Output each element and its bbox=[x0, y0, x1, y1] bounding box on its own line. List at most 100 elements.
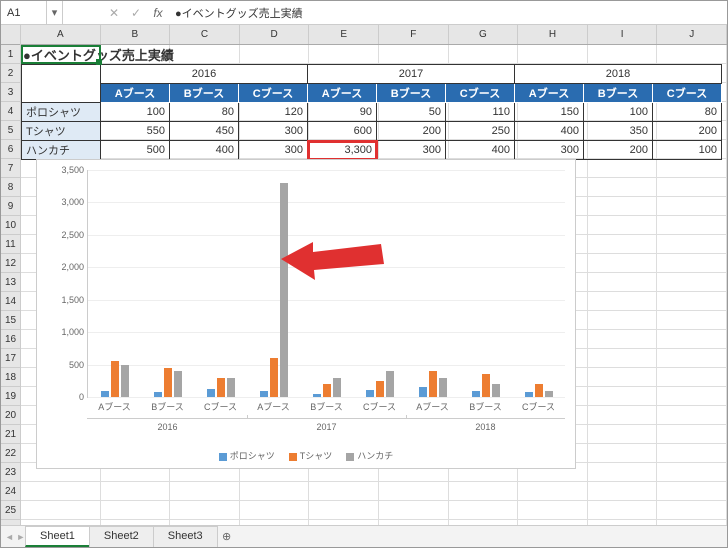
data-cell[interactable]: 3,300 bbox=[308, 141, 377, 160]
row-header[interactable]: 12 bbox=[1, 254, 20, 273]
cell[interactable] bbox=[657, 235, 727, 254]
cell[interactable] bbox=[657, 216, 727, 235]
cell[interactable] bbox=[21, 501, 101, 520]
column-header[interactable]: J bbox=[657, 25, 727, 44]
cell[interactable] bbox=[657, 178, 727, 197]
cell[interactable] bbox=[240, 501, 310, 520]
sheet-tab[interactable]: Sheet1 bbox=[25, 526, 90, 547]
data-cell[interactable]: 100 bbox=[584, 103, 653, 122]
bar[interactable] bbox=[525, 392, 533, 397]
row-header[interactable]: 16 bbox=[1, 330, 20, 349]
cell[interactable] bbox=[657, 159, 727, 178]
bar[interactable] bbox=[366, 390, 374, 397]
column-header[interactable]: I bbox=[588, 25, 658, 44]
column-header[interactable]: H bbox=[518, 25, 588, 44]
cell[interactable] bbox=[309, 501, 379, 520]
cell[interactable] bbox=[588, 197, 658, 216]
row-header[interactable]: 3 bbox=[1, 83, 20, 102]
column-header[interactable]: B bbox=[101, 25, 171, 44]
row-header[interactable]: 20 bbox=[1, 406, 20, 425]
cell[interactable] bbox=[21, 482, 101, 501]
data-cell[interactable]: 400 bbox=[515, 122, 584, 141]
data-cell[interactable]: 200 bbox=[584, 141, 653, 160]
bar[interactable] bbox=[270, 358, 278, 397]
data-cell[interactable]: 100 bbox=[653, 141, 722, 160]
row-header[interactable]: 19 bbox=[1, 387, 20, 406]
data-cell[interactable]: 100 bbox=[101, 103, 170, 122]
data-cell[interactable]: 300 bbox=[515, 141, 584, 160]
cell[interactable] bbox=[588, 254, 658, 273]
cell[interactable] bbox=[588, 159, 658, 178]
cell[interactable] bbox=[657, 292, 727, 311]
data-cell[interactable]: 600 bbox=[308, 122, 377, 141]
data-cell[interactable]: 350 bbox=[584, 122, 653, 141]
cell[interactable] bbox=[518, 501, 588, 520]
cell[interactable] bbox=[170, 482, 240, 501]
cell[interactable] bbox=[449, 501, 519, 520]
row-header[interactable]: 1 bbox=[1, 45, 20, 64]
data-cell[interactable]: 400 bbox=[170, 141, 239, 160]
cell[interactable] bbox=[657, 425, 727, 444]
cell[interactable] bbox=[657, 254, 727, 273]
row-header[interactable]: 2 bbox=[1, 64, 20, 83]
row-header[interactable]: 18 bbox=[1, 368, 20, 387]
cell[interactable] bbox=[588, 406, 658, 425]
cell[interactable] bbox=[588, 45, 658, 64]
row-header[interactable]: 6 bbox=[1, 140, 20, 159]
cell[interactable] bbox=[588, 482, 658, 501]
cell[interactable] bbox=[588, 273, 658, 292]
column-header[interactable]: G bbox=[449, 25, 519, 44]
bar[interactable] bbox=[101, 391, 109, 397]
name-box-dropdown-icon[interactable]: ▾ bbox=[47, 1, 63, 24]
row-header[interactable]: 9 bbox=[1, 197, 20, 216]
bar[interactable] bbox=[313, 394, 321, 397]
cell[interactable] bbox=[518, 482, 588, 501]
row-header[interactable]: 24 bbox=[1, 482, 20, 501]
data-cell[interactable]: 300 bbox=[239, 122, 308, 141]
row-header[interactable]: 8 bbox=[1, 178, 20, 197]
bar[interactable] bbox=[472, 391, 480, 397]
cell[interactable] bbox=[588, 235, 658, 254]
bar[interactable] bbox=[439, 378, 447, 397]
cell[interactable] bbox=[588, 387, 658, 406]
bar[interactable] bbox=[227, 378, 235, 397]
bar[interactable] bbox=[174, 371, 182, 397]
name-box[interactable]: A1 bbox=[1, 1, 47, 24]
row-header[interactable]: 10 bbox=[1, 216, 20, 235]
cell[interactable] bbox=[657, 368, 727, 387]
column-header[interactable]: A bbox=[21, 25, 101, 44]
row-header[interactable]: 17 bbox=[1, 349, 20, 368]
data-cell[interactable]: 550 bbox=[101, 122, 170, 141]
data-cell[interactable]: 50 bbox=[377, 103, 446, 122]
row-header[interactable]: 14 bbox=[1, 292, 20, 311]
row-header[interactable]: 13 bbox=[1, 273, 20, 292]
bar[interactable] bbox=[419, 387, 427, 397]
cell[interactable] bbox=[588, 444, 658, 463]
cell[interactable] bbox=[588, 311, 658, 330]
data-cell[interactable]: 110 bbox=[446, 103, 515, 122]
cell[interactable] bbox=[379, 45, 449, 64]
data-cell[interactable]: 200 bbox=[653, 122, 722, 141]
data-cell[interactable]: 250 bbox=[446, 122, 515, 141]
row-header[interactable]: 23 bbox=[1, 463, 20, 482]
cell[interactable] bbox=[588, 178, 658, 197]
cell[interactable] bbox=[309, 45, 379, 64]
cell[interactable] bbox=[657, 463, 727, 482]
row-header[interactable]: 4 bbox=[1, 102, 20, 121]
bar[interactable] bbox=[121, 365, 129, 397]
cell[interactable] bbox=[379, 501, 449, 520]
select-all-corner[interactable] bbox=[1, 25, 20, 45]
cell[interactable] bbox=[657, 444, 727, 463]
confirm-icon[interactable]: ✓ bbox=[125, 1, 147, 24]
column-header[interactable]: D bbox=[240, 25, 310, 44]
row-header[interactable]: 5 bbox=[1, 121, 20, 140]
column-header[interactable]: E bbox=[309, 25, 379, 44]
bar[interactable] bbox=[376, 381, 384, 397]
cell[interactable] bbox=[101, 482, 171, 501]
cancel-icon[interactable]: ✕ bbox=[103, 1, 125, 24]
bar[interactable] bbox=[386, 371, 394, 397]
bar[interactable] bbox=[323, 384, 331, 397]
tab-nav-icons[interactable]: ◄ ► bbox=[5, 532, 25, 542]
bar[interactable] bbox=[492, 384, 500, 397]
data-cell[interactable]: 400 bbox=[446, 141, 515, 160]
